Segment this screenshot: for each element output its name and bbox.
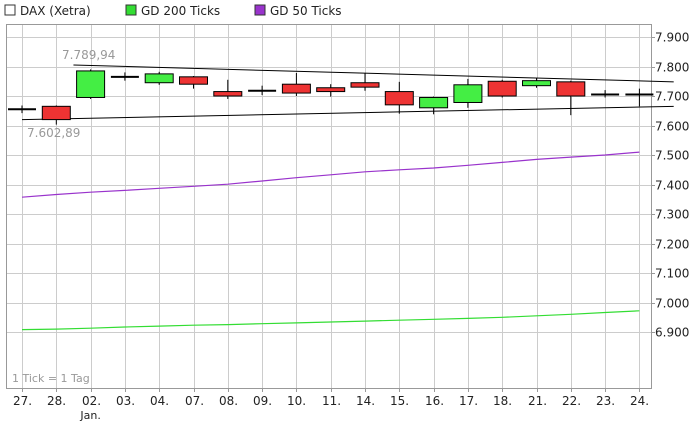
y-tick-label: 7.800	[655, 61, 689, 75]
legend-label-gd50: GD 50 Ticks	[270, 4, 342, 18]
x-tick-label: 10.	[287, 394, 306, 408]
legend-label-dax: DAX (Xetra)	[20, 4, 91, 18]
x-tick-sublabel: Jan.	[79, 409, 100, 421]
x-tick-label: 17.	[459, 394, 478, 408]
candle-body	[556, 81, 586, 97]
y-tick-label: 7.200	[655, 238, 689, 252]
y-tick-label: 7.700	[655, 90, 689, 104]
x-tick-label: 08.	[219, 394, 238, 408]
candle-body	[213, 91, 243, 97]
candle	[144, 71, 174, 85]
y-tick-label: 7.000	[655, 297, 689, 311]
x-tick-label: 23.	[596, 394, 615, 408]
x-tick-label: 18.	[493, 394, 512, 408]
x-tick-label: 04.	[150, 394, 169, 408]
legend: DAX (Xetra) GD 200 Ticks GD 50 Ticks	[4, 4, 342, 18]
x-tick-label: 02.	[82, 394, 101, 408]
candle-body	[350, 82, 380, 88]
stock-chart: DAX (Xetra) GD 200 Ticks GD 50 Ticks 6.9…	[4, 4, 689, 421]
candle	[487, 79, 517, 98]
legend-swatch-dax	[4, 4, 16, 16]
x-tick-label: 21.	[528, 394, 547, 408]
y-tick-label: 7.500	[655, 149, 689, 163]
candle-body	[419, 96, 449, 109]
x-tick-label: 14.	[356, 394, 375, 408]
x-tick-label: 24.	[630, 394, 649, 408]
high-annotation: 7.789,94	[62, 48, 115, 62]
y-tick-label: 7.900	[655, 31, 689, 45]
x-axis-ticks: 27. 28. 02. 03. 04. 07. 08. 09. 10. 11. 14. 15. 16. 1…	[13, 388, 649, 421]
x-tick-label: 22.	[562, 394, 581, 408]
footnote: 1 Tick = 1 Tag	[12, 372, 90, 385]
x-tick-label: 15.	[390, 394, 409, 408]
y-tick-label: 7.600	[655, 120, 689, 134]
candle-body	[41, 105, 71, 121]
y-axis-ticks: 6.900 7.000 7.100 7.200 7.300 7.400 7.500 7.600…	[651, 31, 689, 340]
y-tick-label: 6.900	[655, 326, 689, 340]
low-annotation: 7.602,89	[27, 126, 80, 140]
x-tick-label: 28.	[47, 394, 66, 408]
legend-label-gd200: GD 200 Ticks	[141, 4, 220, 18]
legend-swatch-gd50	[254, 4, 266, 16]
x-tick-label: 03.	[116, 394, 135, 408]
candle-body	[384, 91, 414, 106]
candle-body	[281, 83, 311, 94]
x-tick-label: 09.	[253, 394, 272, 408]
candle-body	[522, 80, 551, 87]
x-tick-label: 11.	[322, 394, 341, 408]
candle	[76, 69, 106, 99]
x-tick-label: 07.	[185, 394, 204, 408]
y-tick-label: 7.100	[655, 267, 689, 281]
x-tick-label: 27.	[13, 394, 32, 408]
candle-body	[316, 87, 346, 93]
y-tick-label: 7.300	[655, 208, 689, 222]
candle-body	[179, 76, 208, 85]
x-tick-label: 16.	[425, 394, 444, 408]
candle-body	[487, 80, 517, 97]
candle-body	[453, 84, 483, 103]
legend-swatch-gd200	[125, 4, 137, 16]
candle-body	[144, 73, 174, 84]
y-tick-label: 7.400	[655, 179, 689, 193]
candle-body	[76, 70, 106, 98]
